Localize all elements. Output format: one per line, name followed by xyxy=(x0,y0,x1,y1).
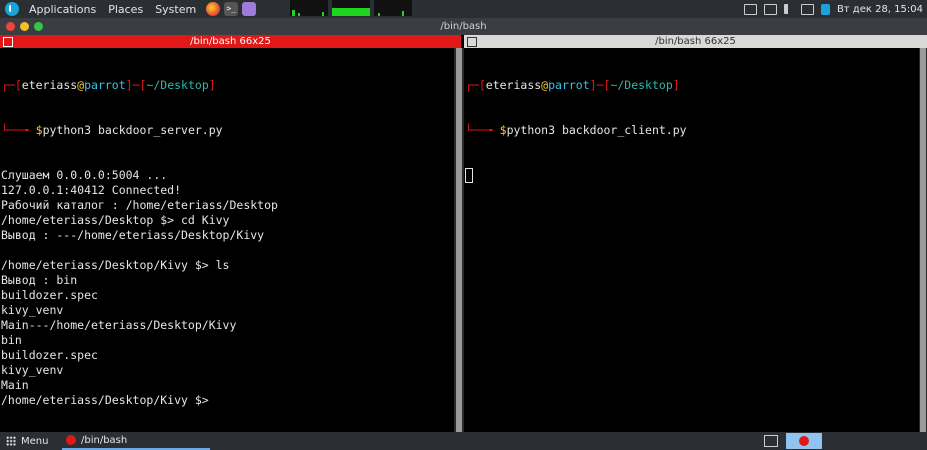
volume-icon[interactable] xyxy=(783,4,794,14)
keyboard-layout-icon[interactable] xyxy=(743,3,757,15)
terminal-output[interactable]: ┌─[eteriass@parrot]─[~/Desktop] └──╼ $py… xyxy=(464,48,919,213)
menu-system[interactable]: System xyxy=(149,3,202,16)
clock[interactable]: Вт дек 28, 15:04 xyxy=(837,4,923,15)
memory-monitor xyxy=(332,0,370,16)
bluetooth-icon[interactable] xyxy=(820,3,830,15)
apps-grid-icon xyxy=(6,436,16,446)
terminal-line: Слушаем 0.0.0.0:5004 ... xyxy=(1,168,168,182)
command-line: └──╼ $python3 backdoor_server.py xyxy=(1,123,223,137)
right-pane-header[interactable]: /bin/bash 66x25 xyxy=(464,35,927,48)
terminal-app-icon xyxy=(66,435,76,445)
pane-scrollbar[interactable] xyxy=(454,48,464,432)
terminal-line: Вывод : bin xyxy=(1,273,78,287)
bottom-panel: Menu /bin/bash xyxy=(0,432,927,450)
left-terminal-pane[interactable]: ┌─[eteriass@parrot]─[~/Desktop] └──╼ $py… xyxy=(0,48,454,432)
left-pane-title: /bin/bash 66x25 xyxy=(190,36,271,47)
terminal-line: bin xyxy=(1,333,22,347)
menu-places[interactable]: Places xyxy=(102,3,149,16)
terminal-output[interactable]: ┌─[eteriass@parrot]─[~/Desktop] └──╼ $py… xyxy=(0,48,454,432)
terminal-line: /home/eteriass/Desktop/Kivy $> xyxy=(1,393,209,407)
firefox-icon[interactable] xyxy=(206,2,221,16)
taskbar-item-label: /bin/bash xyxy=(81,434,128,446)
pane-scrollbar[interactable] xyxy=(919,48,927,432)
right-terminal-pane[interactable]: ┌─[eteriass@parrot]─[~/Desktop] └──╼ $py… xyxy=(464,48,919,432)
terminal-line: Main---/home/eteriass/Desktop/Kivy xyxy=(1,318,237,332)
pane-menu-icon[interactable] xyxy=(3,37,13,47)
terminal-line: kivy_venv xyxy=(1,303,64,317)
top-panel: Applications Places System >_ Вт дек 28,… xyxy=(0,0,927,18)
command-line: └──╼ $python3 backdoor_client.py xyxy=(465,123,687,137)
prompt-line: ┌─[eteriass@parrot]─[~/Desktop] xyxy=(465,78,680,92)
terminal-line: Вывод : ---/home/eteriass/Desktop/Kivy xyxy=(1,228,265,242)
terminal-line: /home/eteriass/Desktop/Kivy $> ls xyxy=(1,258,230,272)
network-monitor xyxy=(374,0,412,16)
network-icon[interactable] xyxy=(763,3,777,15)
window-titlebar[interactable]: /bin/bash xyxy=(0,18,927,35)
cursor-line xyxy=(465,168,919,183)
prompt-line: ┌─[eteriass@parrot]─[~/Desktop] xyxy=(1,78,216,92)
right-pane-title: /bin/bash 66x25 xyxy=(655,36,736,47)
text-cursor xyxy=(465,168,473,183)
system-monitor xyxy=(290,0,412,18)
terminal-line: /home/eteriass/Desktop $> cd Kivy xyxy=(1,213,230,227)
pane-menu-icon[interactable] xyxy=(467,37,477,47)
cpu-monitor xyxy=(290,0,328,16)
display-icon[interactable] xyxy=(800,3,814,15)
menu-applications[interactable]: Applications xyxy=(23,3,102,16)
workspace-icon xyxy=(799,436,809,446)
terminal-line: Рабочий каталог : /home/eteriass/Desktop xyxy=(1,198,278,212)
terminal-line: Main xyxy=(1,378,29,392)
terminal-line: kivy_venv xyxy=(1,363,64,377)
terminal-icon[interactable]: >_ xyxy=(224,2,239,16)
left-pane-header[interactable]: /bin/bash 66x25 xyxy=(0,35,461,48)
taskbar-item-bash[interactable]: /bin/bash xyxy=(62,432,210,450)
workspace-switcher[interactable] xyxy=(786,433,822,449)
terminal-line: 127.0.0.1:40412 Connected! xyxy=(1,183,182,197)
show-desktop-icon[interactable] xyxy=(764,435,778,447)
menu-button[interactable]: Menu xyxy=(6,432,48,450)
terminal-line: buildozer.spec xyxy=(1,348,98,362)
terminal-line: buildozer.spec xyxy=(1,288,98,302)
text-editor-icon[interactable] xyxy=(242,2,257,16)
window-title: /bin/bash xyxy=(440,21,487,32)
menu-label: Menu xyxy=(21,435,49,447)
parrot-logo-icon[interactable] xyxy=(5,2,19,16)
